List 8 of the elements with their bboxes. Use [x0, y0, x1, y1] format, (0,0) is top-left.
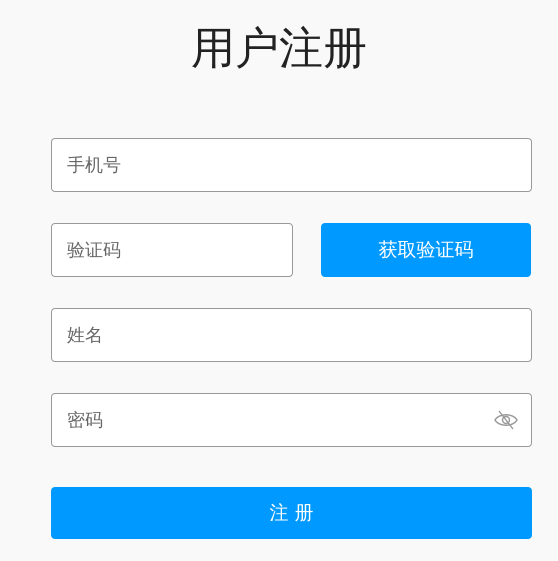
- eye-slash-icon[interactable]: [494, 408, 518, 432]
- input-field[interactable]: 姓名: [51, 308, 532, 362]
- input-field[interactable]: 密码: [51, 393, 532, 447]
- page-title: 用户注册: [190, 22, 368, 76]
- register-button[interactable]: 注 册: [51, 487, 532, 539]
- get-code-button[interactable]: 获取验证码: [321, 223, 531, 277]
- input-field[interactable]: 手机号: [51, 138, 532, 192]
- input-field[interactable]: 验证码: [51, 223, 293, 277]
